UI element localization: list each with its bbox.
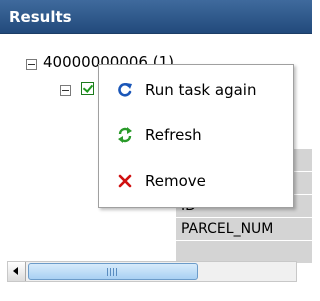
- scroll-thumb[interactable]: [28, 263, 198, 280]
- collapse-toggle-root[interactable]: [26, 59, 37, 70]
- panel-title: Results: [9, 8, 72, 26]
- refresh-arrow-icon: [116, 81, 134, 99]
- menu-item-refresh[interactable]: Refresh: [99, 114, 293, 158]
- menu-label-refresh: Refresh: [145, 126, 202, 144]
- menu-label-run-task-again: Run task again: [145, 81, 257, 99]
- results-panel-header: Results: [0, 0, 312, 34]
- scroll-grip-icon: [107, 268, 119, 276]
- menu-label-remove: Remove: [145, 172, 206, 190]
- menu-item-run-task-again[interactable]: Run task again: [99, 69, 293, 113]
- field-cell-parcel-num: PARCEL_NUM: [175, 217, 312, 240]
- green-refresh-icon: [116, 126, 134, 144]
- red-x-icon: [116, 172, 134, 190]
- collapse-toggle-child[interactable]: [60, 85, 71, 96]
- scroll-left-arrow-icon[interactable]: [8, 262, 26, 281]
- layer-checkbox[interactable]: [81, 82, 94, 95]
- menu-item-remove[interactable]: Remove: [99, 160, 293, 204]
- context-menu: Run task again Refresh Remove: [98, 64, 294, 208]
- field-cell: [175, 240, 312, 263]
- horizontal-scrollbar[interactable]: [7, 261, 297, 282]
